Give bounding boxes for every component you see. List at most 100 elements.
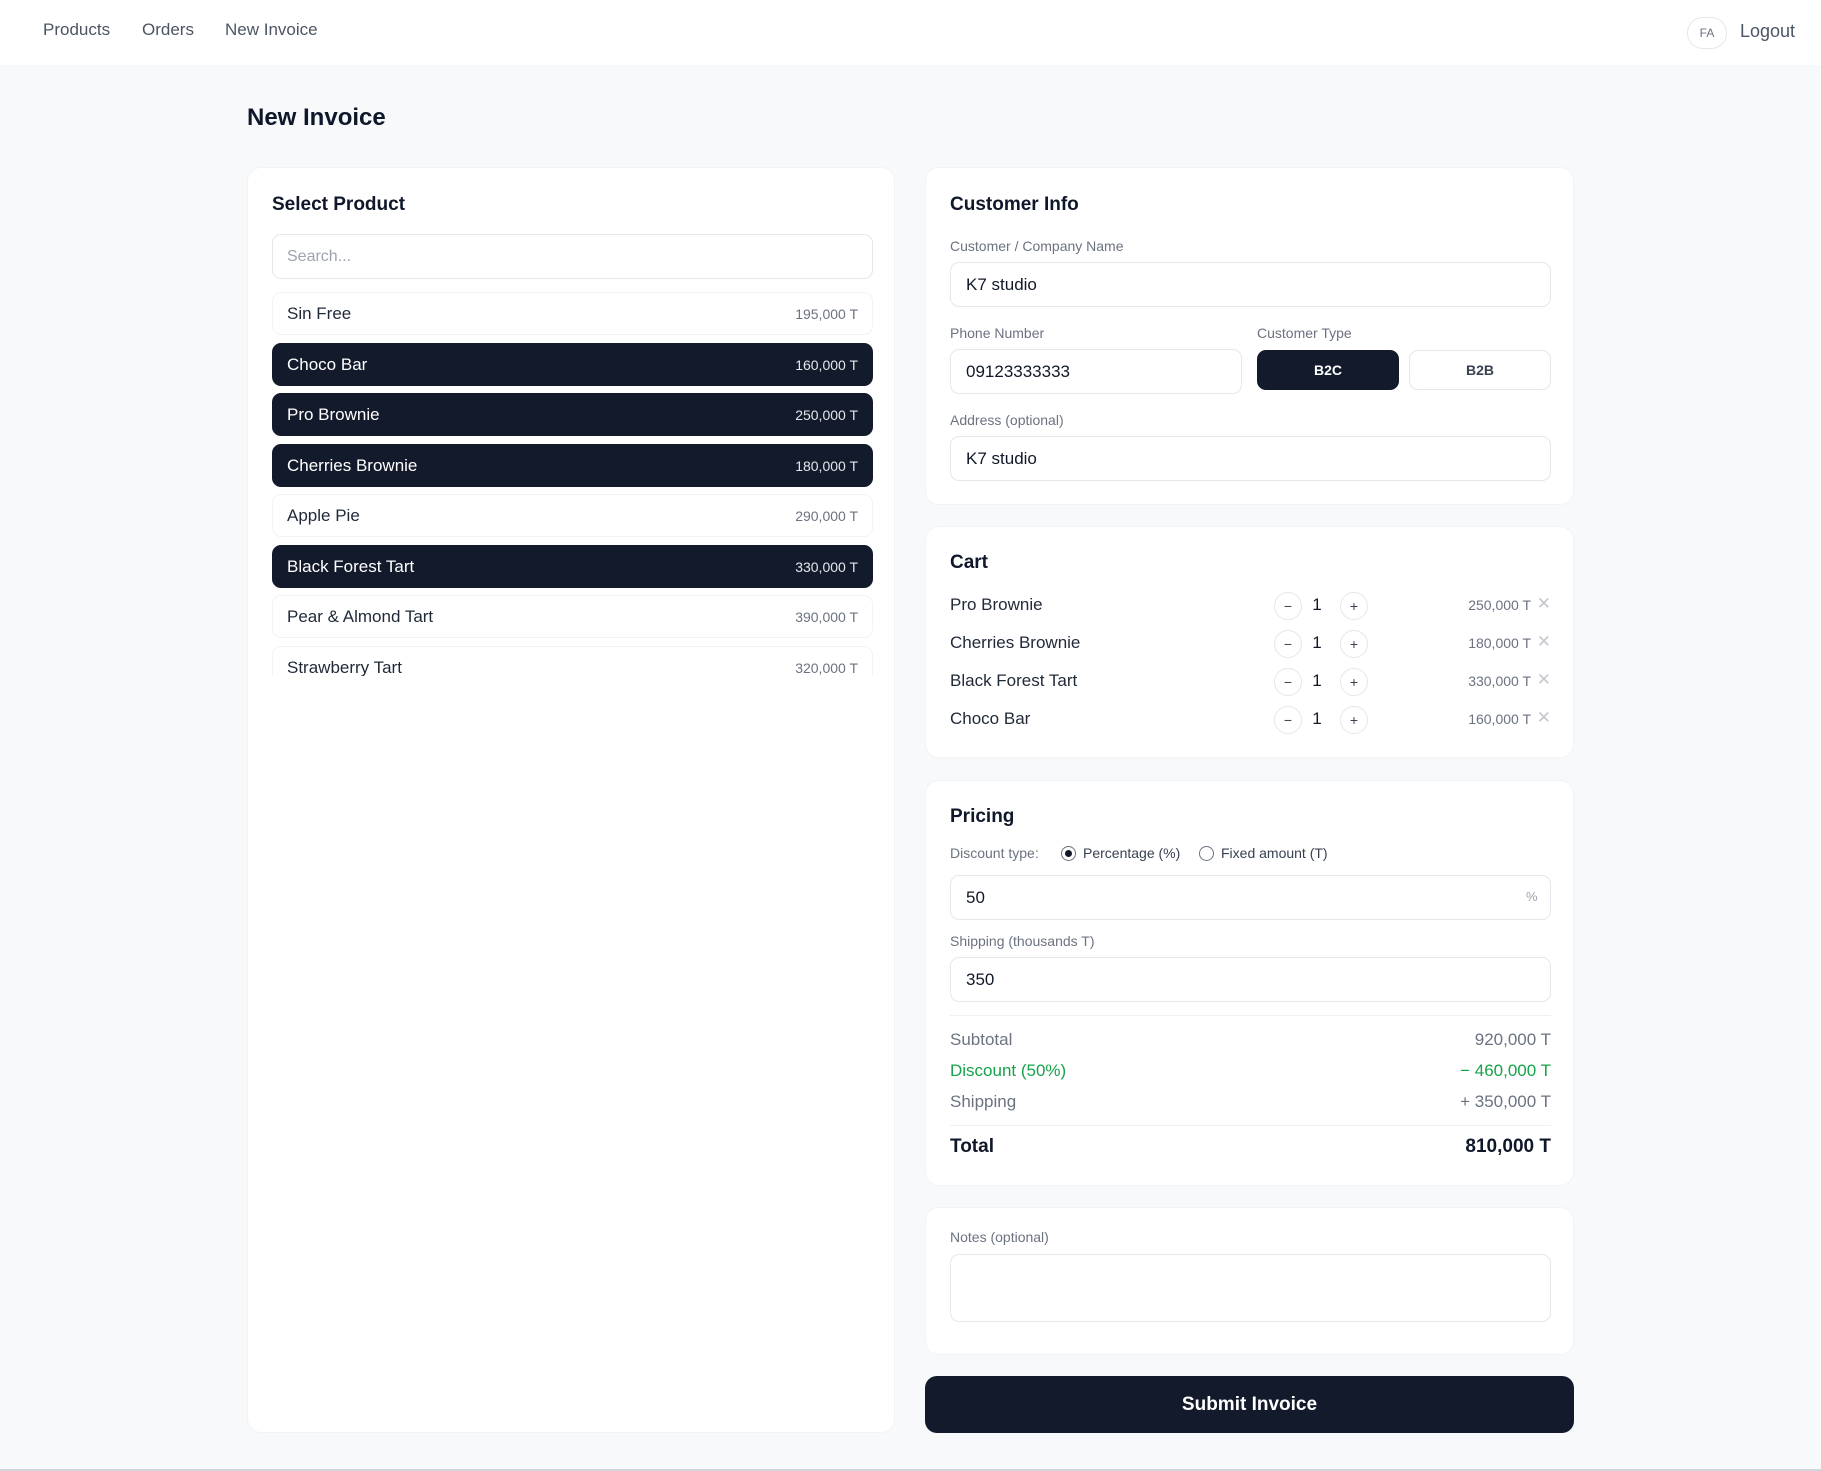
product-name: Apple Pie: [287, 506, 360, 525]
shipping-sum-value: + 350,000 T: [1460, 1092, 1551, 1111]
product-price: 290,000 T: [795, 508, 858, 524]
decrease-quantity-button[interactable]: −: [1274, 592, 1302, 620]
cart-item-price: 330,000 T: [1468, 673, 1531, 689]
shipping-label: Shipping (thousands T): [950, 933, 1095, 949]
total-divider: [950, 1125, 1551, 1126]
increase-quantity-button[interactable]: +: [1340, 668, 1368, 696]
nav-link-orders[interactable]: Orders: [142, 20, 194, 40]
product-item[interactable]: Cherries Brownie 180,000 T: [272, 443, 873, 487]
customer-name-label: Customer / Company Name: [950, 238, 1124, 254]
product-name: Choco Bar: [287, 354, 368, 374]
decrease-quantity-button[interactable]: −: [1274, 630, 1302, 658]
product-name: Black Forest Tart: [287, 556, 415, 576]
product-select-title: Select Product: [272, 194, 406, 215]
notes-card: Notes (optional): [925, 1207, 1574, 1355]
pricing-card: Pricing Discount type: Percentage (%) Fi…: [925, 780, 1574, 1186]
product-price: 180,000 T: [795, 457, 858, 474]
plus-icon: +: [1349, 598, 1359, 614]
cart-card: Cart Pro Brownie − 1 + 250,000 T ✕ Cherr…: [925, 526, 1574, 758]
cart-title: Cart: [950, 552, 989, 573]
discount-value-input[interactable]: [950, 875, 1551, 920]
product-item[interactable]: Choco Bar 160,000 T: [272, 342, 873, 386]
minus-icon: −: [1283, 674, 1293, 690]
discount-amount: − 460,000 T: [1460, 1061, 1551, 1080]
cart-item-quantity: 1: [1312, 671, 1322, 690]
shipping-input[interactable]: [950, 957, 1551, 1002]
increase-quantity-button[interactable]: +: [1340, 706, 1368, 734]
product-select-card: Select Product Sin Free 195,000 T Choco …: [247, 167, 895, 1433]
phone-input[interactable]: [950, 349, 1242, 394]
page-title: New Invoice: [247, 104, 386, 131]
total-label: Total: [950, 1136, 994, 1157]
subtotal-row: Subtotal 920,000 T: [950, 1030, 1551, 1054]
close-icon[interactable]: ✕: [1537, 708, 1551, 728]
customer-name-input[interactable]: [950, 262, 1551, 307]
discount-fixed-radio[interactable]: [1199, 846, 1214, 861]
language-toggle-button[interactable]: FA: [1687, 17, 1727, 49]
customer-type-b2b-button[interactable]: B2B: [1409, 350, 1551, 390]
product-item[interactable]: Pro Brownie 250,000 T: [272, 393, 873, 436]
product-price: 160,000 T: [795, 356, 858, 373]
notes-label: Notes (optional): [950, 1229, 1049, 1245]
close-icon[interactable]: ✕: [1537, 594, 1551, 614]
cart-item-quantity: 1: [1312, 595, 1322, 614]
product-price: 330,000 T: [795, 558, 858, 575]
cart-item-name: Choco Bar: [950, 709, 1031, 728]
product-name: Pear & Almond Tart: [287, 607, 434, 626]
increase-quantity-button[interactable]: +: [1340, 592, 1368, 620]
notes-textarea[interactable]: [950, 1254, 1551, 1322]
product-name: Pro Brownie: [287, 405, 380, 424]
decrease-quantity-button[interactable]: −: [1274, 668, 1302, 696]
minus-icon: −: [1283, 636, 1293, 652]
customer-type-b2c-button[interactable]: B2C: [1257, 350, 1399, 390]
product-list[interactable]: Sin Free 195,000 T Choco Bar 160,000 T P…: [272, 292, 873, 676]
minus-icon: −: [1283, 598, 1293, 614]
product-name: Strawberry Tart: [287, 657, 402, 677]
subtotal-label: Subtotal: [950, 1030, 1013, 1049]
address-input[interactable]: [950, 436, 1551, 481]
cart-item-name: Pro Brownie: [950, 595, 1043, 614]
customer-info-card: Customer Info Customer / Company Name Ph…: [925, 167, 1574, 505]
address-label: Address (optional): [950, 412, 1064, 428]
discount-percentage-label[interactable]: Percentage (%): [1083, 845, 1180, 861]
customer-type-label: Customer Type: [1257, 325, 1352, 341]
nav-link-new-invoice[interactable]: New Invoice: [225, 20, 318, 40]
close-icon[interactable]: ✕: [1537, 632, 1551, 652]
discount-percentage-radio[interactable]: [1061, 846, 1076, 861]
submit-invoice-button[interactable]: Submit Invoice: [925, 1376, 1574, 1433]
shipping-sum-label: Shipping: [950, 1092, 1017, 1111]
discount-type-label: Discount type:: [950, 845, 1039, 861]
discount-fixed-label[interactable]: Fixed amount (T): [1221, 845, 1328, 861]
discount-suffix: %: [1526, 889, 1538, 904]
minus-icon: −: [1283, 712, 1293, 728]
cart-item-name: Cherries Brownie: [950, 633, 1081, 652]
cart-item: Cherries Brownie − 1 + 180,000 T ✕: [950, 627, 1551, 659]
plus-icon: +: [1349, 636, 1359, 652]
product-price: 320,000 T: [795, 659, 858, 676]
product-search-input[interactable]: [272, 234, 873, 279]
total-row: Total 810,000 T: [950, 1136, 1551, 1160]
product-price: 250,000 T: [795, 407, 858, 423]
close-icon[interactable]: ✕: [1537, 670, 1551, 690]
cart-item-name: Black Forest Tart: [950, 671, 1078, 690]
logout-link[interactable]: Logout: [1740, 21, 1795, 42]
nav-link-products[interactable]: Products: [43, 20, 110, 40]
phone-label: Phone Number: [950, 325, 1045, 341]
cart-item-price: 250,000 T: [1468, 597, 1531, 613]
pricing-divider: [950, 1015, 1551, 1016]
product-item[interactable]: Pear & Almond Tart 390,000 T: [272, 595, 873, 638]
decrease-quantity-button[interactable]: −: [1274, 706, 1302, 734]
cart-item-price: 160,000 T: [1468, 711, 1531, 727]
customer-info-title: Customer Info: [950, 194, 1079, 215]
total-value: 810,000 T: [1465, 1136, 1551, 1157]
cart-item-price: 180,000 T: [1468, 635, 1531, 651]
pricing-title: Pricing: [950, 806, 1015, 827]
top-nav: Products Orders New Invoice FA Logout: [0, 0, 1821, 65]
increase-quantity-button[interactable]: +: [1340, 630, 1368, 658]
product-item[interactable]: Strawberry Tart 320,000 T: [272, 645, 873, 677]
plus-icon: +: [1349, 712, 1359, 728]
discount-row: Discount (50%) − 460,000 T: [950, 1061, 1551, 1085]
product-item[interactable]: Black Forest Tart 330,000 T: [272, 544, 873, 588]
product-item[interactable]: Sin Free 195,000 T: [272, 292, 873, 335]
product-item[interactable]: Apple Pie 290,000 T: [272, 494, 873, 537]
